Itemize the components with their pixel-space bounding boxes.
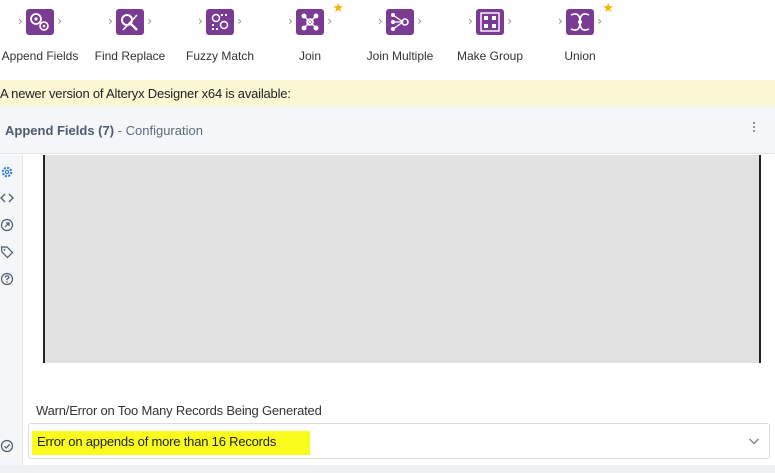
tag-icon[interactable] [0,245,14,259]
tool-name: Append Fields (7) [5,123,115,138]
configuration-panel: Warn/Error on Too Many Records Being Gen… [24,155,775,473]
chevron-down-icon[interactable] [747,434,761,448]
configuration-title: Append Fields (7) - Configuration [5,123,203,138]
code-icon[interactable] [0,191,14,205]
tool-join[interactable]: › › ★ Join [265,0,355,80]
help-icon[interactable] [0,272,14,286]
tool-label: Make Group [456,49,524,63]
tool-label: Join Multiple [366,49,434,63]
tool-icon-frame: › › [468,7,512,35]
tool-label: Union [564,49,596,63]
star-icon: ★ [602,1,614,16]
tool-make-group[interactable]: › › Make Group [445,0,535,80]
tool-icon-frame: › › ★ [288,1,344,35]
fuzzy-match-icon [206,9,234,35]
configuration-preview-area [43,155,761,363]
bottom-strip [0,465,775,473]
tool-icon-frame: › › [108,7,152,35]
section-name: Configuration [125,123,203,138]
tool-label: Append Fields [1,49,79,63]
check-circle-icon[interactable] [0,439,14,453]
title-separator: - [114,123,126,138]
tool-icon-frame: › › [18,7,62,35]
tool-fuzzy-match[interactable]: › › Fuzzy Match [175,0,265,80]
tool-find-replace[interactable]: › › Find Replace [85,0,175,80]
configuration-header: Append Fields (7) - Configuration [0,106,775,154]
tool-join-multiple[interactable]: › › Join Multiple [355,0,445,80]
tool-icon-frame: › › [198,7,242,35]
find-replace-icon [116,9,144,35]
tool-icon-frame: › › [378,7,422,35]
make-group-icon [476,9,504,35]
join-icon [296,9,324,35]
more-options-icon[interactable] [750,120,758,138]
append-fields-icon [26,9,54,35]
configuration-side-rail [0,155,23,473]
gear-icon[interactable] [0,165,14,179]
tool-icon-frame: › › ★ [558,1,614,35]
tool-label: Fuzzy Match [185,49,254,63]
join-multiple-icon [386,9,414,35]
update-notification-text: A newer version of Alteryx Designer x64 … [0,86,291,101]
navigate-icon[interactable] [0,218,14,232]
tool-label: Find Replace [94,49,166,63]
tool-palette: › › Append Fields › › Find Replace › › F… [0,0,775,80]
too-many-records-dropdown[interactable]: Error on appends of more than 16 Records [28,423,770,459]
star-icon: ★ [332,1,344,16]
union-icon [566,9,594,35]
tool-union[interactable]: › › ★ Union [535,0,625,80]
tool-label: Join [298,49,321,63]
warn-error-label: Warn/Error on Too Many Records Being Gen… [36,403,322,418]
dropdown-selected-value: Error on appends of more than 16 Records [37,434,277,449]
tool-append-fields[interactable]: › › Append Fields [0,0,85,80]
update-notification-bar[interactable]: A newer version of Alteryx Designer x64 … [0,80,775,106]
